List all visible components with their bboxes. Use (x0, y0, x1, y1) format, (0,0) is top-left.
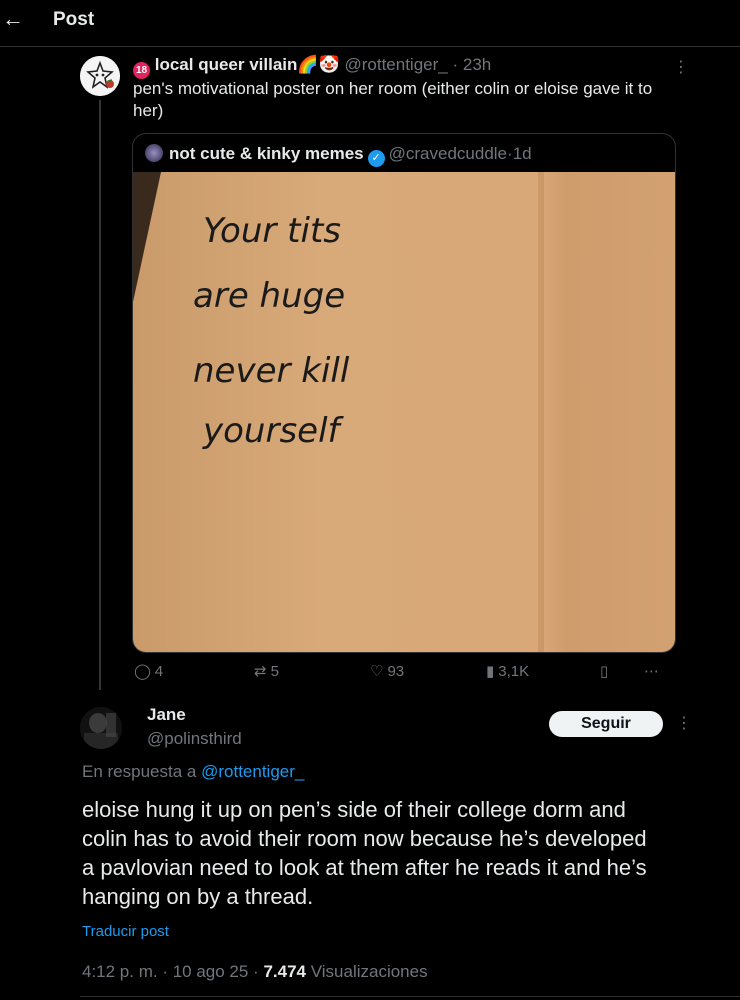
views-icon: ▮ (486, 663, 495, 680)
more-options-icon[interactable]: ⋮ (673, 57, 689, 77)
quoted-handle[interactable]: @cravedcuddle (389, 144, 507, 163)
bookmark-button[interactable]: ▯ (600, 662, 612, 680)
image-line-4: yourself (202, 411, 345, 451)
tweet-text: pen's motivational poster on her room (e… (133, 79, 653, 120)
separator: · (452, 55, 459, 74)
follow-button[interactable]: Seguir (549, 711, 663, 737)
reply-text: eloise hung it up on pen’s side of their… (82, 797, 647, 909)
translate-post-link[interactable]: Traducir post (82, 923, 169, 940)
share-button[interactable]: ⋯ (644, 662, 663, 680)
reply-button[interactable]: ◯ 4 (134, 662, 163, 680)
post-time[interactable]: 23h (463, 55, 491, 74)
back-arrow-icon[interactable]: ← (2, 6, 24, 32)
reply-count: 4 (154, 663, 164, 680)
image-line-2: are huge (193, 276, 345, 316)
age-18-badge: 18 (133, 62, 150, 79)
image-line-3: never kill (193, 351, 350, 391)
avatar[interactable] (80, 56, 120, 96)
tweet-header: 18 local queer villain🌈🤡 @rottentiger_ ·… (133, 55, 491, 79)
reply-author-name[interactable]: Jane (147, 705, 186, 725)
reply-prefix: En respuesta a (82, 762, 197, 781)
author-handle[interactable]: @rottentiger_ (344, 55, 447, 74)
reply-icon: ◯ (134, 663, 151, 680)
heart-icon: ♡ (370, 663, 384, 680)
timestamp-text[interactable]: 4:12 p. m. · 10 ago 25 · (82, 962, 263, 981)
quoted-tweet-header: not cute & kinky memes ✓ @cravedcuddle·1d (145, 144, 532, 167)
quoted-image[interactable]: Your tits are huge never kill yourself (133, 172, 675, 652)
reply-context: En respuesta a @rottentiger_ (82, 762, 304, 782)
page-title: Post (53, 9, 95, 30)
bookmark-icon: ▯ (600, 663, 609, 680)
like-count: 93 (387, 663, 405, 680)
quoted-avatar[interactable] (145, 144, 163, 162)
author-name[interactable]: local queer villain (155, 55, 298, 74)
reply-to-link[interactable]: @rottentiger_ (201, 762, 304, 781)
author-emojis: 🌈🤡 (297, 55, 340, 74)
verified-badge-icon: ✓ (367, 150, 385, 167)
avatar[interactable] (80, 707, 122, 749)
views-label: Visualizaciones (306, 962, 428, 981)
more-options-icon[interactable]: ⋮ (676, 713, 692, 733)
views-count: 3,1K (498, 663, 530, 680)
post-timestamp: 4:12 p. m. · 10 ago 25 · 7.474 Visualiza… (82, 962, 428, 982)
quoted-tweet-card[interactable]: not cute & kinky memes ✓ @cravedcuddle·1d … (132, 133, 676, 653)
quoted-time: 1d (512, 144, 532, 163)
repost-icon: ⇄ (254, 663, 267, 680)
views-button[interactable]: ▮ 3,1K (486, 662, 529, 680)
top-bar: ← Post (0, 0, 740, 47)
divider (80, 996, 740, 997)
reply-author-handle[interactable]: @polinsthird (147, 729, 242, 749)
repost-count: 5 (270, 663, 279, 680)
thread-connector-line (99, 100, 101, 690)
repost-button[interactable]: ⇄ 5 (254, 662, 279, 680)
share-icon: ⋯ (644, 663, 659, 680)
views-total: 7.474 (263, 962, 306, 981)
like-button[interactable]: ♡ 93 (370, 662, 404, 680)
action-bar: ◯ 4 ⇄ 5 ♡ 93 ▮ 3,1K ▯ ⋯ (132, 662, 672, 682)
quoted-author-name[interactable]: not cute & kinky memes (169, 144, 364, 163)
image-line-1: Your tits (203, 211, 341, 251)
